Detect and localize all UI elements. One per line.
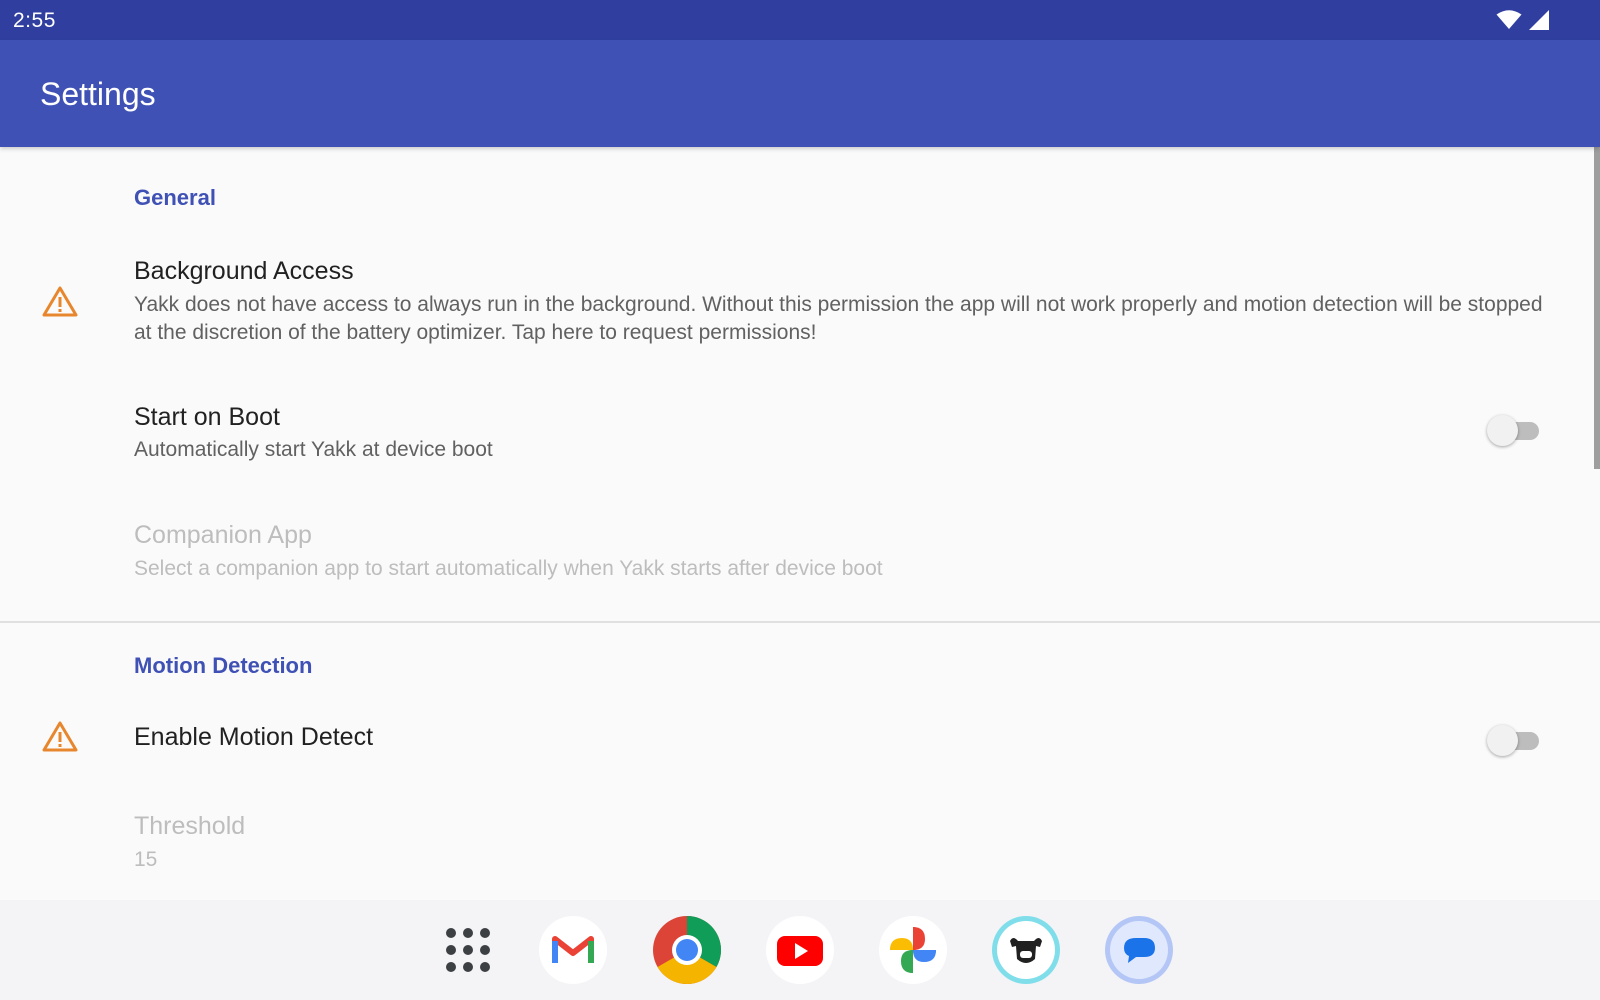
taskbar-dock (0, 900, 1600, 1000)
warning-icon (42, 721, 78, 752)
threshold-title: Threshold (134, 812, 246, 840)
status-icons (1496, 9, 1550, 31)
section-header-general: General (134, 185, 216, 210)
start-on-boot-switch[interactable] (1487, 412, 1543, 448)
start-on-boot-title: Start on Boot (134, 403, 280, 431)
photos-icon[interactable] (878, 915, 948, 985)
cell-signal-icon (1529, 10, 1549, 30)
background-access-summary: Yakk does not have access to always run … (134, 293, 1543, 344)
gmail-icon[interactable] (538, 915, 608, 985)
scrollbar[interactable] (1594, 147, 1600, 469)
background-access-title: Background Access (134, 257, 354, 285)
enable-motion-detect-title: Enable Motion Detect (134, 723, 374, 751)
page-title: Settings (40, 76, 156, 112)
warning-icon (42, 286, 78, 317)
chrome-icon[interactable] (652, 915, 722, 985)
switch-thumb (1487, 415, 1518, 446)
settings-list[interactable]: General Background Access Yakk does not … (0, 147, 1600, 900)
app-bar: Settings (0, 40, 1600, 147)
switch-thumb (1487, 725, 1518, 756)
yakk-icon[interactable] (991, 915, 1061, 985)
messages-icon[interactable] (1104, 915, 1174, 985)
section-divider (0, 621, 1600, 623)
section-header-motion-detection: Motion Detection (134, 653, 313, 678)
companion-app-title: Companion App (134, 521, 312, 549)
threshold-value: 15 (134, 848, 158, 871)
wifi-icon (1496, 10, 1522, 29)
app-drawer-icon[interactable] (446, 928, 490, 972)
companion-app-summary: Select a companion app to start automati… (134, 557, 883, 580)
status-time: 2:55 (13, 9, 56, 32)
youtube-icon[interactable] (765, 915, 835, 985)
enable-motion-detect-switch[interactable] (1487, 722, 1543, 758)
status-bar: 2:55 (0, 0, 1600, 40)
start-on-boot-summary: Automatically start Yakk at device boot (134, 438, 493, 461)
